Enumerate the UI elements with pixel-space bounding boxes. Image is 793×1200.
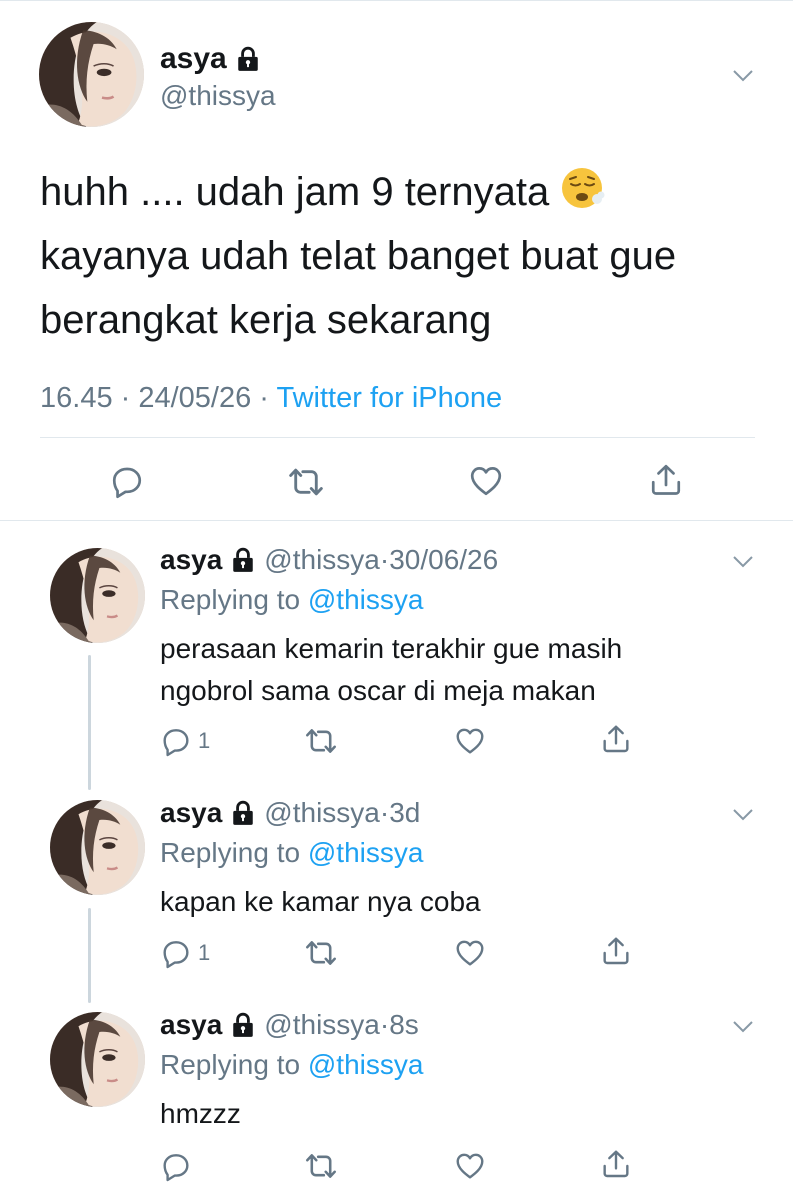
share-icon — [600, 722, 632, 756]
replying-to: Replying to @thissya — [160, 583, 423, 617]
thread-connector — [88, 908, 91, 1003]
chevron-down-icon[interactable] — [731, 803, 755, 827]
reply-header: asya @thissya·3d — [160, 796, 420, 830]
share-button[interactable] — [600, 1147, 632, 1181]
reply-button[interactable] — [109, 463, 145, 499]
reply-timestamp[interactable]: 3d — [389, 797, 420, 828]
reply-text-line: perasaan kemarin terakhir gue masih — [160, 633, 623, 664]
share-icon — [648, 461, 684, 499]
retweet-icon — [304, 1149, 338, 1183]
tweet-text-line: kayanya udah telat banget buat gue — [40, 234, 677, 278]
divider — [40, 437, 755, 438]
reply-text: hmzzz — [160, 1093, 760, 1135]
chevron-down-icon[interactable] — [731, 64, 755, 88]
retweet-button[interactable] — [304, 936, 338, 970]
replying-to-label: Replying to — [160, 1049, 308, 1080]
reply-timestamp[interactable]: 30/06/26 — [389, 544, 498, 575]
reply-button[interactable]: 1 — [160, 937, 210, 969]
separator-dot: · — [379, 544, 390, 575]
reply-icon — [160, 937, 192, 969]
top-divider — [0, 0, 793, 1]
avatar[interactable] — [50, 800, 145, 895]
tweet-text: huhh .... udah jam 9 ternyata kayanya ud… — [40, 160, 760, 352]
separator-dot: · — [379, 1009, 390, 1040]
author-handle[interactable]: @thissya — [264, 1009, 380, 1040]
share-icon — [600, 1147, 632, 1181]
retweet-button[interactable] — [304, 1149, 338, 1183]
author-handle[interactable]: @thissya — [160, 80, 276, 112]
reply-text-line: kapan ke kamar nya coba — [160, 886, 481, 917]
avatar[interactable] — [50, 548, 145, 643]
exhausted-face-emoji — [562, 168, 605, 208]
retweet-icon — [287, 463, 325, 501]
tweet-text-line: huhh .... udah jam 9 ternyata — [40, 170, 550, 214]
like-button[interactable] — [454, 1150, 486, 1182]
chevron-down-icon[interactable] — [731, 550, 755, 574]
like-button[interactable] — [468, 463, 504, 499]
replying-to-label: Replying to — [160, 837, 308, 868]
chevron-down-icon[interactable] — [731, 1015, 755, 1039]
reply-timestamp[interactable]: 8s — [389, 1009, 419, 1040]
retweet-icon — [304, 724, 338, 758]
share-button[interactable] — [648, 461, 684, 499]
retweet-button[interactable] — [304, 724, 338, 758]
reply-text-line: ngobrol sama oscar di meja makan — [160, 675, 596, 706]
reply-button[interactable] — [160, 1150, 192, 1182]
section-divider — [0, 520, 793, 521]
heart-icon — [454, 1150, 486, 1182]
share-button[interactable] — [600, 934, 632, 968]
author-handle[interactable]: @thissya — [264, 797, 380, 828]
share-button[interactable] — [600, 722, 632, 756]
replying-to-link[interactable]: @thissya — [308, 1049, 424, 1080]
lock-icon — [230, 800, 256, 826]
lock-icon — [230, 1012, 256, 1038]
heart-icon — [454, 937, 486, 969]
heart-icon — [468, 463, 504, 499]
tweet-meta: 16.45 · 24/05/26 · Twitter for iPhone — [40, 380, 502, 416]
reply-text: kapan ke kamar nya coba — [160, 881, 760, 923]
separator-dot: · — [379, 797, 390, 828]
reply-header: asya @thissya·30/06/26 — [160, 543, 498, 577]
reply-icon — [160, 1150, 192, 1182]
reply-count: 1 — [198, 940, 211, 965]
lock-icon — [235, 46, 261, 72]
replying-to: Replying to @thissya — [160, 836, 423, 870]
replying-to-link[interactable]: @thissya — [308, 837, 424, 868]
display-name[interactable]: asya — [160, 796, 222, 830]
replying-to-label: Replying to — [160, 584, 308, 615]
lock-icon — [230, 547, 256, 573]
display-name[interactable]: asya — [160, 1008, 222, 1042]
author-name-row[interactable]: asya — [160, 42, 261, 76]
display-name[interactable]: asya — [160, 543, 222, 577]
retweet-button[interactable] — [287, 463, 325, 501]
reply-button[interactable]: 1 — [160, 725, 210, 757]
tweet-source[interactable]: Twitter for iPhone — [276, 382, 502, 414]
heart-icon — [454, 725, 486, 757]
like-button[interactable] — [454, 725, 486, 757]
avatar[interactable] — [50, 1012, 145, 1107]
author-handle[interactable]: @thissya — [264, 544, 380, 575]
replying-to-link[interactable]: @thissya — [308, 584, 424, 615]
share-icon — [600, 934, 632, 968]
display-name[interactable]: asya — [160, 42, 227, 76]
tweet-timestamp[interactable]: 16.45 · 24/05/26 · — [40, 382, 276, 414]
retweet-icon — [304, 936, 338, 970]
reply-icon — [109, 463, 145, 499]
thread-connector — [88, 655, 91, 790]
reply-text: perasaan kemarin terakhir gue masih ngob… — [160, 628, 760, 712]
avatar[interactable] — [39, 22, 144, 127]
reply-icon — [160, 725, 192, 757]
tweet-text-line: berangkat kerja sekarang — [40, 298, 492, 342]
reply-text-line: hmzzz — [160, 1098, 241, 1129]
like-button[interactable] — [454, 937, 486, 969]
reply-count: 1 — [198, 728, 211, 753]
replying-to: Replying to @thissya — [160, 1048, 423, 1082]
reply-header: asya @thissya·8s — [160, 1008, 419, 1042]
